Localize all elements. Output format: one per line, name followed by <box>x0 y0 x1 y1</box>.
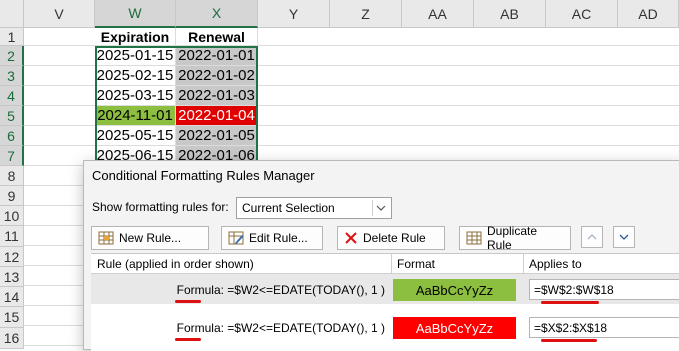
rule-2-formula: Formula: =$W2<=EDATE(TODAY(), 1 ) <box>176 321 385 335</box>
cell-x6[interactable]: 2022-01-05 <box>176 126 258 146</box>
new-rule-label: New Rule... <box>119 231 182 245</box>
column-header-x[interactable]: X <box>176 0 258 28</box>
cell-w1-header[interactable]: Expiration <box>95 28 176 46</box>
rule-1-applies-annotation <box>541 301 599 304</box>
show-rules-label: Show formatting rules for: <box>92 200 229 214</box>
cell-w5[interactable]: 2024-11-01 <box>95 106 176 126</box>
row-header-5[interactable]: 5 <box>0 106 24 126</box>
row-header-2[interactable]: 2 <box>0 46 24 66</box>
dialog-title: Conditional Formatting Rules Manager <box>92 168 315 183</box>
edit-rule-label: Edit Rule... <box>249 231 308 245</box>
move-down-button[interactable] <box>613 226 635 248</box>
cell-x4[interactable]: 2022-01-03 <box>176 86 258 106</box>
column-divider <box>523 254 524 274</box>
rules-table: Rule (applied in order shown) Format App… <box>91 253 679 351</box>
cell-w6[interactable]: 2025-05-15 <box>95 126 176 146</box>
cell-x5[interactable]: 2022-01-04 <box>176 106 258 126</box>
duplicate-rule-label: Duplicate Rule <box>487 224 538 252</box>
row-header-10[interactable]: 10 <box>0 206 24 226</box>
rules-table-header: Rule (applied in order shown) Format App… <box>91 254 679 274</box>
row-header-16[interactable]: 16 <box>0 328 24 349</box>
duplicate-rule-button[interactable]: Duplicate Rule <box>459 224 571 252</box>
duplicate-rule-icon <box>466 231 482 245</box>
cell-w4[interactable]: 2025-03-15 <box>95 86 176 106</box>
row-header-1[interactable]: 1 <box>0 28 24 46</box>
row-header-14[interactable]: 14 <box>0 287 24 307</box>
new-rule-button[interactable]: New Rule... <box>91 226 209 250</box>
new-rule-icon <box>98 231 114 245</box>
row-header-12[interactable]: 12 <box>0 247 24 267</box>
column-header-v[interactable]: V <box>24 0 95 28</box>
row-header-7[interactable]: 7 <box>0 146 24 166</box>
rule-2-applies-annotation <box>541 339 597 342</box>
edit-rule-button[interactable]: Edit Rule... <box>221 226 323 250</box>
column-header-ad[interactable]: AD <box>618 0 679 28</box>
row-header-15[interactable]: 15 <box>0 307 24 328</box>
rule-2-format-preview: AaBbCcYyZz <box>393 317 516 339</box>
row-header-13[interactable]: 13 <box>0 267 24 287</box>
column-header-rule[interactable]: Rule (applied in order shown) <box>97 257 254 271</box>
row-header-11[interactable]: 11 <box>0 226 24 247</box>
cell-w3[interactable]: 2025-02-15 <box>95 66 176 86</box>
rules-manager-dialog: Conditional Formatting Rules Manager Sho… <box>83 160 679 351</box>
rule-1-format-preview: AaBbCcYyZz <box>393 279 516 301</box>
delete-rule-button[interactable]: Delete Rule <box>337 226 445 250</box>
row-header-6[interactable]: 6 <box>0 126 24 146</box>
column-header-ac[interactable]: AC <box>546 0 618 28</box>
rule-2-formula-annotation <box>175 338 201 341</box>
rule-1-applies-to-input[interactable]: =$W$2:$W$18 <box>529 279 679 300</box>
cell-x1-header[interactable]: Renewal <box>176 28 258 46</box>
show-rules-select[interactable]: Current Selection <box>236 197 392 219</box>
chevron-down-icon[interactable] <box>372 200 389 216</box>
column-header-w[interactable]: W <box>95 0 176 28</box>
show-rules-value: Current Selection <box>242 201 335 215</box>
delete-icon <box>345 232 357 244</box>
corner-cell[interactable] <box>0 0 24 28</box>
cell-x3[interactable]: 2022-01-02 <box>176 66 258 86</box>
column-header-z[interactable]: Z <box>330 0 402 28</box>
column-header-y[interactable]: Y <box>258 0 330 28</box>
rule-2-applies-to-input[interactable]: =$X$2:$X$18 <box>529 317 679 338</box>
chevron-down-icon <box>619 234 629 240</box>
delete-rule-label: Delete Rule <box>363 231 426 245</box>
cell-w2[interactable]: 2025-01-15 <box>95 46 176 66</box>
edit-rule-icon <box>228 231 244 245</box>
chevron-up-icon <box>587 234 597 240</box>
column-header-format[interactable]: Format <box>397 257 435 271</box>
move-up-button[interactable] <box>581 226 603 248</box>
rule-row-1[interactable]: Formula: =$W2<=EDATE(TODAY(), 1 ) AaBbCc… <box>91 274 679 304</box>
column-header-applies-to[interactable]: Applies to <box>529 257 582 271</box>
column-divider <box>391 254 392 274</box>
rule-row-2[interactable]: Formula: =$W2<=EDATE(TODAY(), 1 ) AaBbCc… <box>91 312 679 342</box>
rule-1-formula: Formula: =$W2<=EDATE(TODAY(), 1 ) <box>176 283 385 297</box>
row-header-8[interactable]: 8 <box>0 166 24 186</box>
row-header-9[interactable]: 9 <box>0 186 24 206</box>
column-header-ab[interactable]: AB <box>474 0 546 28</box>
rules-toolbar: New Rule... Edit Rule... Delete Rule Dup… <box>91 223 679 253</box>
rule-1-formula-annotation <box>175 300 201 303</box>
row-header-3[interactable]: 3 <box>0 66 24 86</box>
row-header-4[interactable]: 4 <box>0 86 24 106</box>
column-header-aa[interactable]: AA <box>402 0 474 28</box>
cell-x2[interactable]: 2022-01-01 <box>176 46 258 66</box>
